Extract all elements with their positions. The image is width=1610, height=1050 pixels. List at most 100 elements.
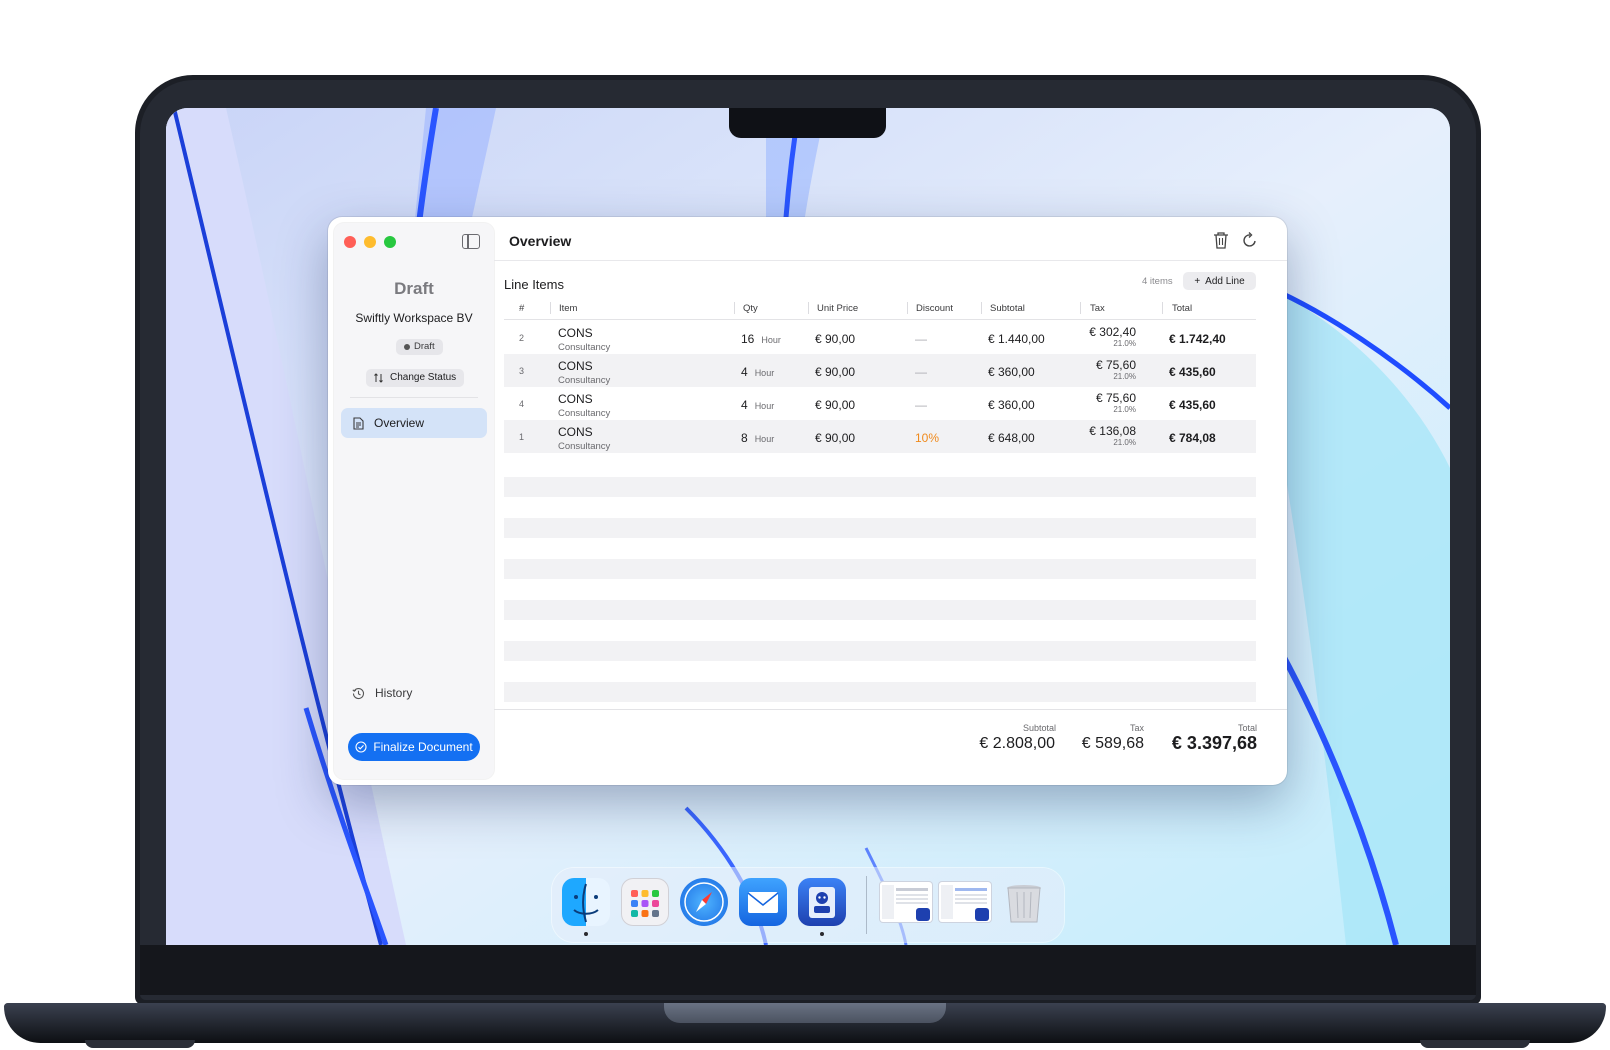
line-items-heading: Line Items bbox=[504, 277, 564, 292]
item-description: Consultancy bbox=[558, 342, 611, 353]
column-separator bbox=[907, 302, 908, 314]
app-grid-icon bbox=[631, 890, 659, 917]
history-button[interactable]: History bbox=[352, 686, 412, 700]
row-subtotal: € 648,00 bbox=[988, 431, 1035, 445]
launchpad-icon[interactable] bbox=[621, 878, 669, 926]
safari-icon[interactable] bbox=[680, 878, 728, 926]
table-row[interactable]: 4 CONS Consultancy 4 Hour € 90,00 — € 360,… bbox=[504, 387, 1256, 420]
envelope-icon bbox=[747, 892, 779, 913]
invoice-app-icon[interactable] bbox=[798, 878, 846, 926]
change-status-button[interactable]: Change Status bbox=[366, 369, 465, 387]
window-thumbnail-1[interactable] bbox=[880, 882, 932, 922]
row-item: CONS Consultancy bbox=[558, 327, 610, 354]
finalize-document-button[interactable]: Finalize Document bbox=[348, 733, 480, 761]
robot-document-icon bbox=[809, 887, 835, 918]
qty-value: 4 bbox=[741, 365, 748, 379]
row-tax: € 136,08 21.0% bbox=[1086, 425, 1136, 449]
grand-total-value: € 3.397,68 bbox=[1171, 733, 1257, 753]
row-number: 1 bbox=[519, 432, 525, 442]
sidebar-toggle-icon[interactable] bbox=[462, 234, 480, 249]
tax-rate: 21.0% bbox=[1113, 405, 1136, 414]
tax-amount: € 302,40 bbox=[1089, 325, 1136, 339]
item-description: Consultancy bbox=[558, 375, 611, 386]
mail-icon[interactable] bbox=[739, 878, 787, 926]
status-dot-icon bbox=[404, 344, 410, 350]
row-unit-price: € 90,00 bbox=[815, 431, 856, 445]
tax-rate: 21.0% bbox=[1113, 438, 1136, 447]
history-clock-icon bbox=[352, 687, 365, 699]
change-status-label: Change Status bbox=[390, 372, 457, 383]
status-badge-label: Draft bbox=[414, 341, 435, 352]
row-tax: € 75,60 21.0% bbox=[1086, 392, 1136, 416]
row-unit-price: € 90,00 bbox=[815, 365, 856, 379]
zoom-window-button[interactable] bbox=[384, 236, 396, 248]
compass-icon bbox=[684, 882, 724, 922]
table-row[interactable]: 1 CONS Consultancy 8 Hour € 90,00 10% € 64… bbox=[504, 420, 1256, 453]
window-preview-icon bbox=[882, 885, 930, 921]
column-header-subtotal[interactable]: Subtotal bbox=[990, 303, 1025, 314]
empty-row-stripe bbox=[504, 518, 1256, 538]
row-qty: 4 Hour bbox=[741, 398, 774, 412]
window-thumbnail-2[interactable] bbox=[939, 882, 991, 922]
qty-unit: Hour bbox=[754, 368, 775, 378]
table-row[interactable]: 2 CONS Consultancy 16 Hour € 90,00 — € 1.4… bbox=[504, 321, 1256, 354]
qty-unit: Hour bbox=[754, 401, 775, 411]
empty-row-stripe bbox=[504, 641, 1256, 661]
trash-icon[interactable] bbox=[1000, 878, 1048, 926]
item-count: 4 items bbox=[1142, 276, 1173, 287]
item-code: CONS bbox=[558, 392, 593, 406]
empty-row-stripe bbox=[504, 600, 1256, 620]
checkmark-seal-icon bbox=[355, 741, 367, 753]
running-indicator bbox=[820, 932, 824, 936]
add-line-button[interactable]: + Add Line bbox=[1183, 272, 1256, 290]
row-number: 4 bbox=[519, 399, 525, 409]
row-subtotal: € 360,00 bbox=[988, 398, 1035, 412]
minimize-window-button[interactable] bbox=[364, 236, 376, 248]
subtotal-label: Subtotal bbox=[1022, 723, 1056, 733]
table-header: # Item Qty Unit Price Discount Subtotal … bbox=[504, 297, 1256, 320]
document-status-title: Draft bbox=[394, 279, 434, 298]
column-header-tax[interactable]: Tax bbox=[1090, 303, 1105, 314]
finder-icon[interactable] bbox=[562, 878, 610, 926]
tax-total-label: Tax bbox=[1129, 723, 1144, 733]
page-title: Overview bbox=[509, 233, 572, 249]
sidebar-item-overview[interactable]: Overview bbox=[341, 408, 487, 438]
tax-total-value: € 589,68 bbox=[1081, 735, 1144, 752]
empty-row-stripe bbox=[504, 477, 1256, 497]
row-number: 3 bbox=[519, 366, 525, 376]
column-separator bbox=[1162, 302, 1163, 314]
column-separator bbox=[1080, 302, 1081, 314]
qty-value: 8 bbox=[741, 431, 748, 445]
close-window-button[interactable] bbox=[344, 236, 356, 248]
row-total: € 435,60 bbox=[1169, 398, 1216, 412]
column-separator bbox=[550, 302, 551, 314]
app-window: Draft Swiftly Workspace BV Draft Change … bbox=[328, 217, 1287, 785]
row-subtotal: € 360,00 bbox=[988, 365, 1035, 379]
empty-row-stripe bbox=[504, 559, 1256, 579]
row-qty: 4 Hour bbox=[741, 365, 774, 379]
column-header-unit-price[interactable]: Unit Price bbox=[817, 303, 858, 314]
column-separator bbox=[981, 302, 982, 314]
item-code: CONS bbox=[558, 326, 593, 340]
row-unit-price: € 90,00 bbox=[815, 332, 856, 346]
grand-total-label: Total bbox=[1237, 723, 1257, 733]
document-icon bbox=[353, 416, 364, 430]
window-preview-icon bbox=[941, 885, 989, 921]
add-line-label: Add Line bbox=[1205, 275, 1245, 287]
toolbar-divider bbox=[494, 260, 1287, 261]
row-total: € 435,60 bbox=[1169, 365, 1216, 379]
column-header-total[interactable]: Total bbox=[1172, 303, 1192, 314]
column-header-qty[interactable]: Qty bbox=[743, 303, 758, 314]
trash-can-icon bbox=[1007, 885, 1041, 923]
column-header-number[interactable]: # bbox=[519, 303, 524, 314]
line-items-table: 2 CONS Consultancy 16 Hour € 90,00 — € 1.4… bbox=[504, 321, 1256, 453]
column-header-item[interactable]: Item bbox=[559, 303, 577, 314]
column-header-discount[interactable]: Discount bbox=[916, 303, 953, 314]
row-qty: 16 Hour bbox=[741, 332, 781, 346]
table-row[interactable]: 3 CONS Consultancy 4 Hour € 90,00 — € 360,… bbox=[504, 354, 1256, 387]
refresh-icon[interactable] bbox=[1242, 231, 1258, 249]
finder-face-icon bbox=[573, 883, 599, 923]
trash-icon[interactable] bbox=[1213, 231, 1229, 249]
row-discount: — bbox=[915, 365, 927, 379]
row-unit-price: € 90,00 bbox=[815, 398, 856, 412]
